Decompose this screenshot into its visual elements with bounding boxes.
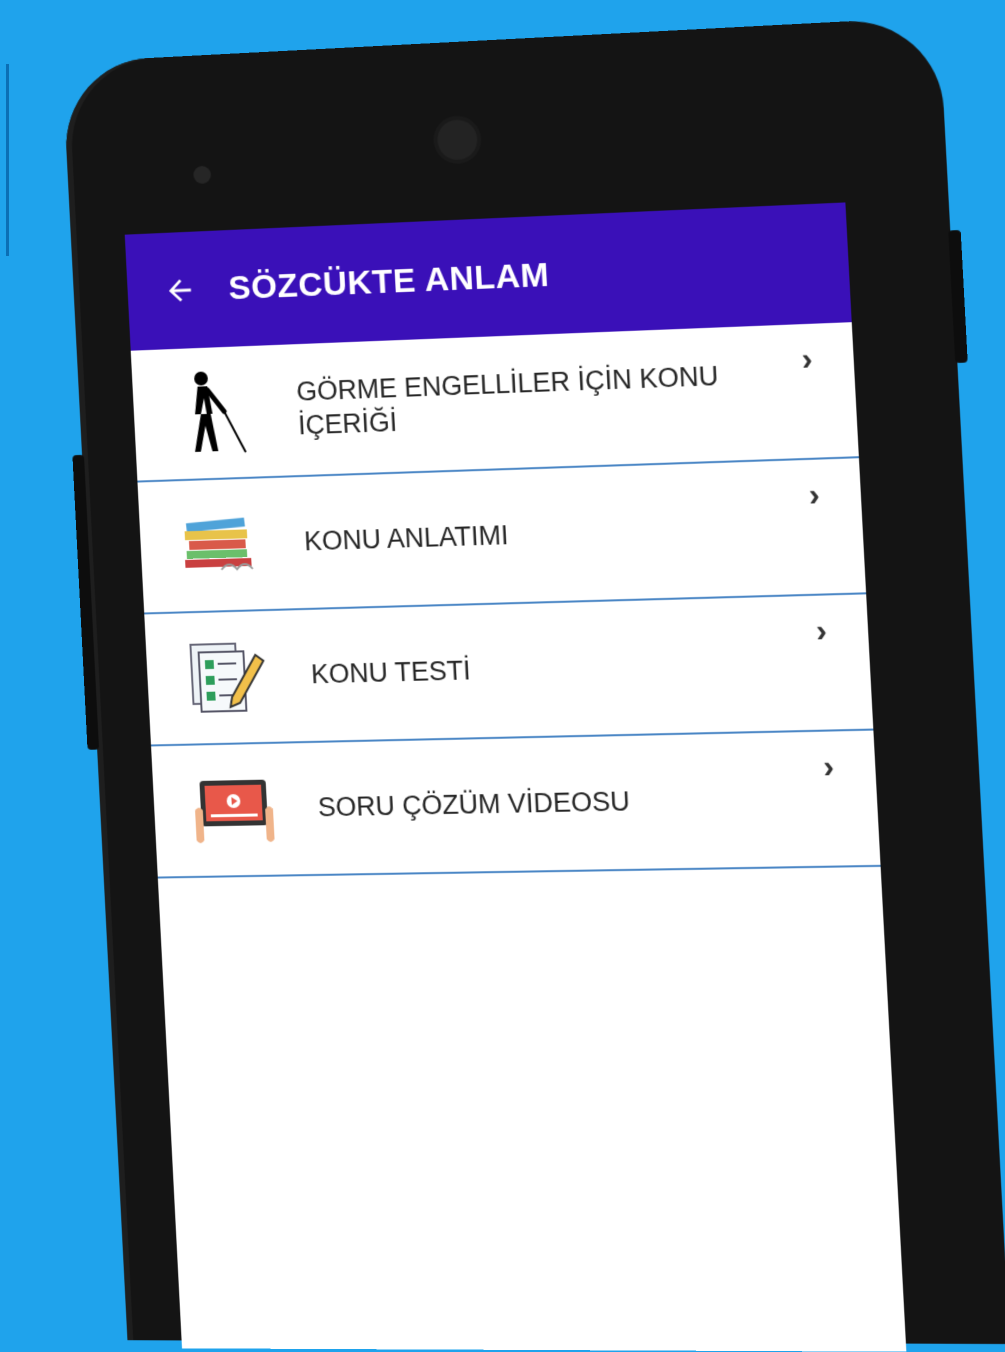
menu-item-label: GÖRME ENGELLİLER İÇİN KONU İÇERİĞİ xyxy=(296,358,780,443)
video-tablet-icon xyxy=(191,768,277,853)
menu-item-label: KONU ANLATIMI xyxy=(303,511,785,560)
edge-mark xyxy=(6,64,9,256)
back-button[interactable] xyxy=(160,270,201,311)
menu-item-label: SORU ÇÖZÜM VİDEOSU xyxy=(317,782,800,825)
chevron-right-icon: › xyxy=(822,748,835,786)
menu-item-gorme-engelliler[interactable]: GÖRME ENGELLİLER İÇİN KONU İÇERİĞİ › xyxy=(131,322,859,482)
blind-person-icon xyxy=(171,370,257,456)
chevron-right-icon: › xyxy=(815,612,828,650)
menu-item-soru-cozum-videosu[interactable]: SORU ÇÖZÜM VİDEOSU › xyxy=(151,731,881,879)
books-icon xyxy=(177,502,263,588)
page-title: SÖZCÜKTE ANLAM xyxy=(228,255,551,307)
chevron-right-icon: › xyxy=(801,340,814,378)
checklist-pencil-icon xyxy=(184,635,270,720)
menu-list: GÖRME ENGELLİLER İÇİN KONU İÇERİĞİ › KON… xyxy=(131,322,881,878)
power-button xyxy=(72,455,99,750)
menu-item-konu-anlatimi[interactable]: KONU ANLATIMI › xyxy=(137,458,866,614)
sensor-dot xyxy=(193,166,211,185)
phone-frame: SÖZCÜKTE ANLAM GÖRME ENGELLİLER İÇİN KON… xyxy=(62,17,1005,1345)
menu-item-konu-testi[interactable]: KONU TESTİ › xyxy=(144,594,873,746)
front-camera xyxy=(436,119,478,161)
volume-button xyxy=(948,230,968,363)
chevron-right-icon: › xyxy=(808,476,821,514)
app-screen: SÖZCÜKTE ANLAM GÖRME ENGELLİLER İÇİN KON… xyxy=(125,202,907,1351)
arrow-left-icon xyxy=(163,273,198,308)
menu-item-label: KONU TESTİ xyxy=(310,646,792,692)
